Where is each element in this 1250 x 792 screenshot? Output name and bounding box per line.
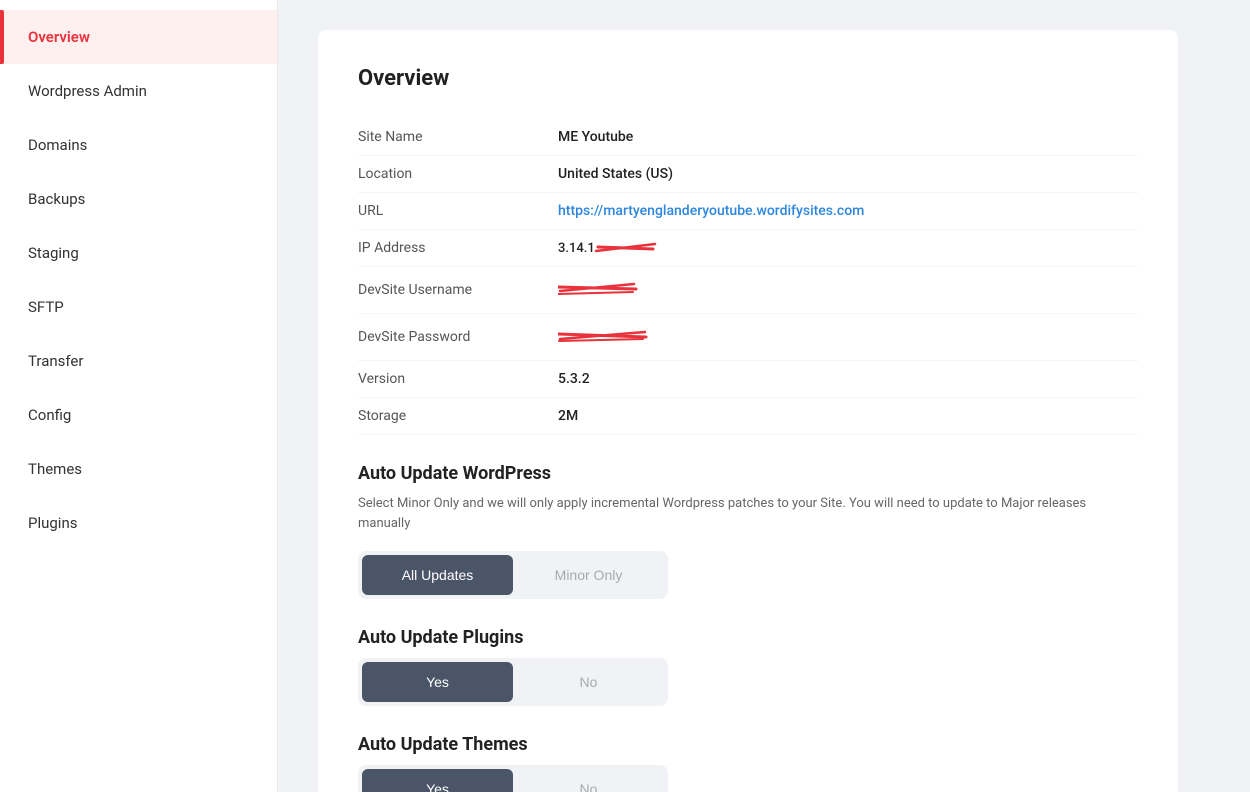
devsite-password-label: DevSite Password — [358, 329, 558, 345]
sidebar-item-plugins[interactable]: Plugins — [0, 496, 277, 550]
sidebar-item-label: Wordpress Admin — [28, 82, 147, 100]
field-ip: IP Address 3.14.155.255 3.14.1 — [358, 230, 1138, 267]
url-label: URL — [358, 203, 558, 219]
themes-no-button[interactable]: No — [513, 769, 664, 792]
auto-update-wp-desc: Select Minor Only and we will only apply… — [358, 494, 1138, 533]
auto-update-plugins-toggle: Yes No — [358, 658, 668, 706]
url-value[interactable]: https://martyenglanderyoutube.wordifysit… — [558, 203, 864, 219]
location-label: Location — [358, 166, 558, 182]
sidebar-item-label: Config — [28, 406, 71, 424]
auto-update-wp-section: Auto Update WordPress Select Minor Only … — [358, 463, 1138, 599]
sidebar-item-label: Transfer — [28, 352, 83, 370]
storage-value: 2M — [558, 408, 578, 424]
field-devsite-username: DevSite Username wordify — [358, 267, 1138, 314]
plugins-no-button[interactable]: No — [513, 662, 664, 702]
field-url: URL https://martyenglanderyoutube.wordif… — [358, 193, 1138, 230]
sidebar-item-wordpress-admin[interactable]: Wordpress Admin — [0, 64, 277, 118]
sidebar-item-label: Backups — [28, 190, 85, 208]
version-label: Version — [358, 371, 558, 387]
sidebar-item-label: Overview — [28, 28, 90, 46]
sidebar-item-staging[interactable]: Staging — [0, 226, 277, 280]
sidebar-item-label: SFTP — [28, 298, 64, 316]
version-value: 5.3.2 — [558, 371, 590, 387]
page-title: Overview — [358, 66, 1138, 91]
sidebar-item-overview[interactable]: Overview — [0, 10, 277, 64]
field-site-name: Site Name ME Youtube — [358, 119, 1138, 156]
sidebar: Overview Wordpress Admin Domains Backups… — [0, 0, 278, 792]
plugins-yes-button[interactable]: Yes — [362, 662, 513, 702]
storage-label: Storage — [358, 408, 558, 424]
all-updates-button[interactable]: All Updates — [362, 555, 513, 595]
ip-scribble: 3.14.155.255 3.14.1 — [558, 240, 641, 256]
sidebar-item-label: Themes — [28, 460, 82, 478]
auto-update-plugins-title: Auto Update Plugins — [358, 627, 1138, 648]
site-name-value: ME Youtube — [558, 129, 633, 145]
sidebar-item-label: Staging — [28, 244, 79, 262]
field-version: Version 5.3.2 — [358, 361, 1138, 398]
auto-update-plugins-section: Auto Update Plugins Yes No — [358, 627, 1138, 706]
devsite-password-value: passwordval — [558, 324, 648, 350]
site-name-label: Site Name — [358, 129, 558, 145]
password-scribble: passwordval — [558, 324, 648, 344]
sidebar-item-config[interactable]: Config — [0, 388, 277, 442]
devsite-username-value: wordify — [558, 277, 638, 303]
auto-update-themes-title: Auto Update Themes — [358, 734, 1138, 755]
field-devsite-password: DevSite Password passwordval — [358, 314, 1138, 361]
auto-update-themes-section: Auto Update Themes Yes No — [358, 734, 1138, 792]
field-location: Location United States (US) — [358, 156, 1138, 193]
minor-only-button[interactable]: Minor Only — [513, 555, 664, 595]
location-value: United States (US) — [558, 166, 673, 182]
devsite-username-label: DevSite Username — [358, 282, 558, 298]
ip-label: IP Address — [358, 240, 558, 256]
auto-update-wp-title: Auto Update WordPress — [358, 463, 1138, 484]
auto-update-themes-toggle: Yes No — [358, 765, 668, 792]
sidebar-item-sftp[interactable]: SFTP — [0, 280, 277, 334]
auto-update-wp-toggle: All Updates Minor Only — [358, 551, 668, 599]
sidebar-item-label: Plugins — [28, 514, 77, 532]
sidebar-item-label: Domains — [28, 136, 87, 154]
sidebar-item-themes[interactable]: Themes — [0, 442, 277, 496]
username-scribble: wordify — [558, 277, 638, 297]
field-storage: Storage 2M — [358, 398, 1138, 435]
main-content: Overview Site Name ME Youtube Location U… — [278, 0, 1250, 792]
ip-value: 3.14.155.255 3.14.1 — [558, 240, 641, 256]
sidebar-item-transfer[interactable]: Transfer — [0, 334, 277, 388]
sidebar-item-backups[interactable]: Backups — [0, 172, 277, 226]
themes-yes-button[interactable]: Yes — [362, 769, 513, 792]
sidebar-item-domains[interactable]: Domains — [0, 118, 277, 172]
overview-card: Overview Site Name ME Youtube Location U… — [318, 30, 1178, 792]
